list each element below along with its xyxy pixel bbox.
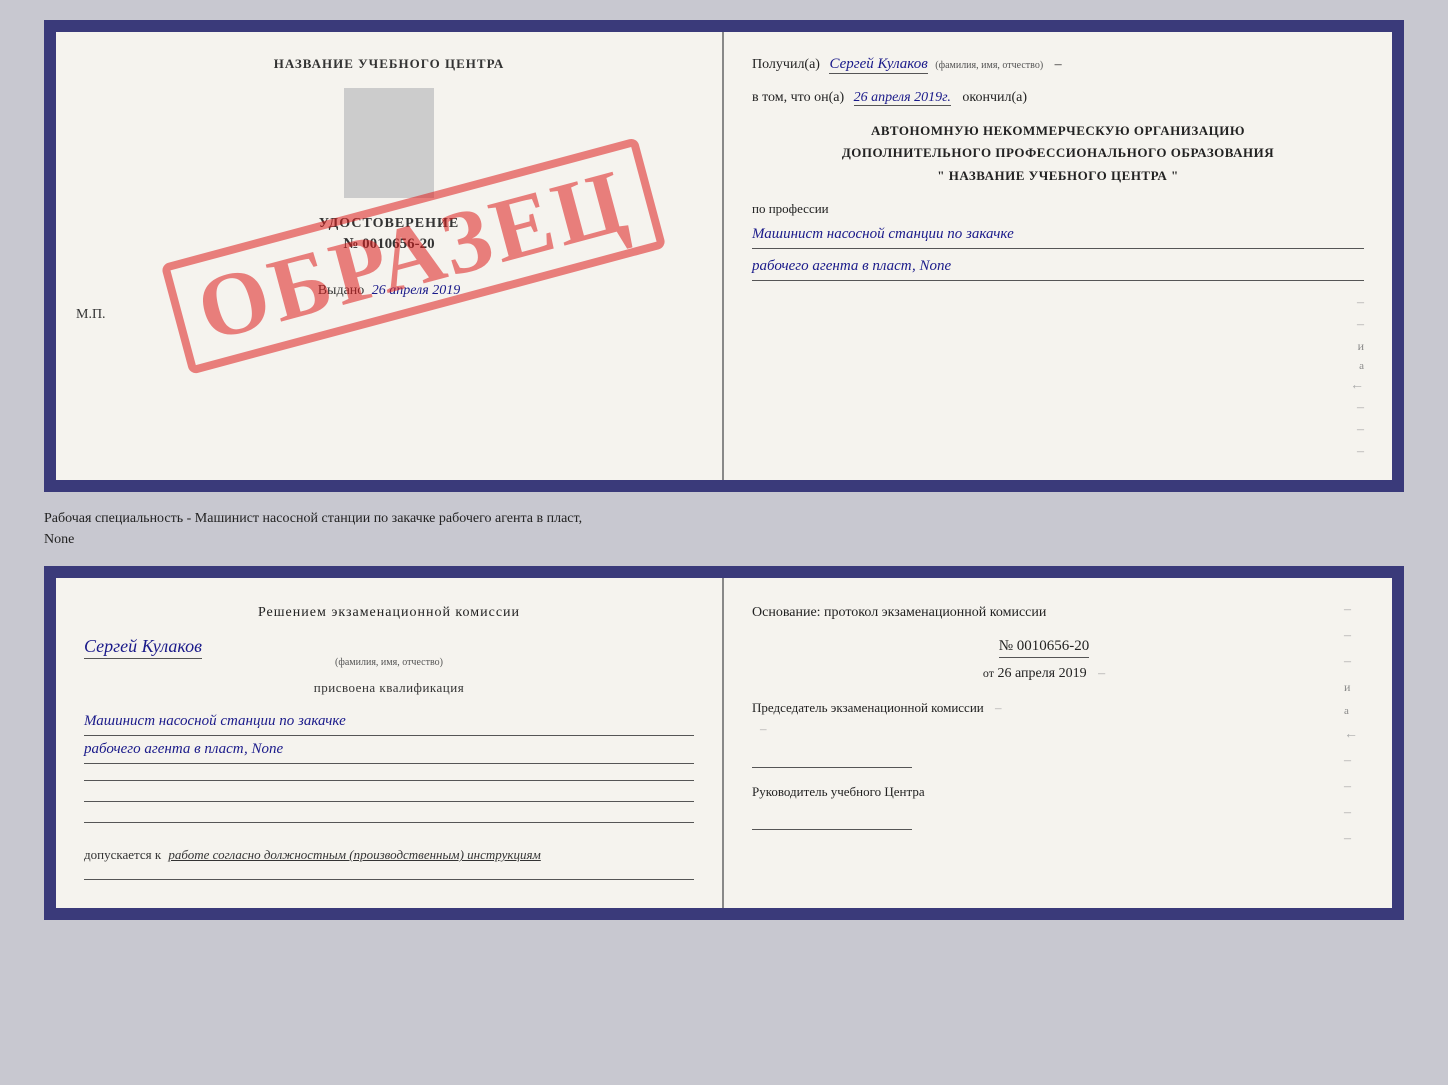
bottom-line4	[84, 879, 694, 880]
qualification-line2: рабочего агента в пласт, None	[84, 736, 694, 764]
bottom-line2	[84, 801, 694, 802]
bottom-person-block: Сергей Кулаков (фамилия, имя, отчество)	[84, 636, 694, 668]
school-name-top: НАЗВАНИЕ УЧЕБНОГО ЦЕНТРА	[274, 56, 505, 72]
profession-block: по профессии Машинист насосной станции п…	[752, 201, 1364, 281]
udostoverenie-label: УДОСТОВЕРЕНИЕ	[319, 216, 459, 232]
dopuskaetsya-block: допускается к работе согласно должностны…	[84, 847, 694, 863]
dopuskaetsya-prefix: допускается к	[84, 847, 161, 862]
qualification-block: Машинист насосной станции по закачке раб…	[84, 708, 694, 764]
bottom-person-name: Сергей Кулаков	[84, 636, 202, 659]
chairman-block: Председатель экзаменационной комиссии – …	[752, 698, 1336, 768]
vtom-prefix: в том, что он(а)	[752, 90, 844, 105]
middle-line2: None	[44, 532, 74, 547]
bottom-line3	[84, 822, 694, 823]
cert-bottom-right: Основание: протокол экзаменационной коми…	[724, 578, 1392, 908]
ot-date-block: от 26 апреля 2019 –	[752, 666, 1336, 682]
osnovanie-label: Основание: протокол экзаменационной коми…	[752, 605, 1046, 620]
right-dashes: – – и а ← – – –	[752, 295, 1364, 460]
osnovanie-block: Основание: протокол экзаменационной коми…	[752, 602, 1336, 624]
vydano-date: 26 апреля 2019	[372, 283, 460, 298]
org-line3: " НАЗВАНИЕ УЧЕБНОГО ЦЕНТРА "	[752, 165, 1364, 187]
chairman-signature	[752, 748, 912, 768]
middle-line1: Рабочая специальность - Машинист насосно…	[44, 511, 582, 526]
bottom-right-inner: Основание: протокол экзаменационной коми…	[752, 602, 1364, 867]
po-professii-label: по профессии	[752, 201, 829, 216]
chairman-label: Председатель экзаменационной комиссии	[752, 700, 984, 715]
cert-number: № 0010656-20	[319, 236, 459, 253]
org-line2: ДОПОЛНИТЕЛЬНОГО ПРОФЕССИОНАЛЬНОГО ОБРАЗО…	[752, 142, 1364, 164]
profession-line1: Машинист насосной станции по закачке	[752, 221, 1364, 249]
bottom-right-content: Основание: протокол экзаменационной коми…	[752, 602, 1336, 867]
profession-line2: рабочего агента в пласт, None	[752, 253, 1364, 281]
proto-number-block: № 0010656-20	[752, 634, 1336, 662]
org-line1: АВТОНОМНУЮ НЕКОММЕРЧЕСКУЮ ОРГАНИЗАЦИЮ	[752, 120, 1364, 142]
middle-text: Рабочая специальность - Машинист насосно…	[44, 508, 1404, 550]
dopuskaetsya-text: работе согласно должностным (производств…	[168, 847, 540, 862]
bottom-right-dashes: – – – и а ← – – – –	[1344, 602, 1364, 867]
mp-line: М.П.	[76, 307, 106, 323]
poluchil-line: Получил(а) Сергей Кулаков (фамилия, имя,…	[752, 52, 1364, 76]
vtom-line: в том, что он(а) 26 апреля 2019г. окончи…	[752, 90, 1364, 106]
org-text-block: АВТОНОМНУЮ НЕКОММЕРЧЕСКУЮ ОРГАНИЗАЦИЮ ДО…	[752, 120, 1364, 186]
okonchil-label: окончил(а)	[962, 90, 1027, 105]
vydano-label: Выдано	[318, 283, 365, 298]
rukovoditel-signature	[752, 810, 912, 830]
prisvoena-text: присвоена квалификация	[84, 680, 694, 696]
rukovoditel-block: Руководитель учебного Центра	[752, 782, 1336, 831]
vydano-line: Выдано 26 апреля 2019	[318, 283, 461, 299]
fio-subtitle-top: (фамилия, имя, отчество)	[935, 60, 1043, 71]
certificate-top: НАЗВАНИЕ УЧЕБНОГО ЦЕНТРА УДОСТОВЕРЕНИЕ №…	[44, 20, 1404, 492]
vtom-date: 26 апреля 2019г.	[854, 90, 951, 106]
ot-prefix: от	[983, 666, 994, 680]
rukovoditel-label: Руководитель учебного Центра	[752, 784, 925, 799]
bottom-line1	[84, 780, 694, 781]
resolution-title: Решением экзаменационной комиссии	[84, 602, 694, 624]
qualification-line1: Машинист насосной станции по закачке	[84, 708, 694, 736]
photo-placeholder	[344, 88, 434, 198]
certificate-bottom: Решением экзаменационной комиссии Сергей…	[44, 566, 1404, 920]
proto-number: № 0010656-20	[999, 638, 1090, 658]
cert-top-left: НАЗВАНИЕ УЧЕБНОГО ЦЕНТРА УДОСТОВЕРЕНИЕ №…	[56, 32, 724, 480]
recipient-name: Сергей Кулаков	[829, 56, 927, 74]
cert-bottom-left: Решением экзаменационной комиссии Сергей…	[56, 578, 724, 908]
ot-date: 26 апреля 2019	[997, 666, 1086, 681]
udostoverenie-block: УДОСТОВЕРЕНИЕ № 0010656-20	[319, 216, 459, 253]
poluchil-prefix: Получил(а)	[752, 57, 820, 72]
cert-top-right: Получил(а) Сергей Кулаков (фамилия, имя,…	[724, 32, 1392, 480]
